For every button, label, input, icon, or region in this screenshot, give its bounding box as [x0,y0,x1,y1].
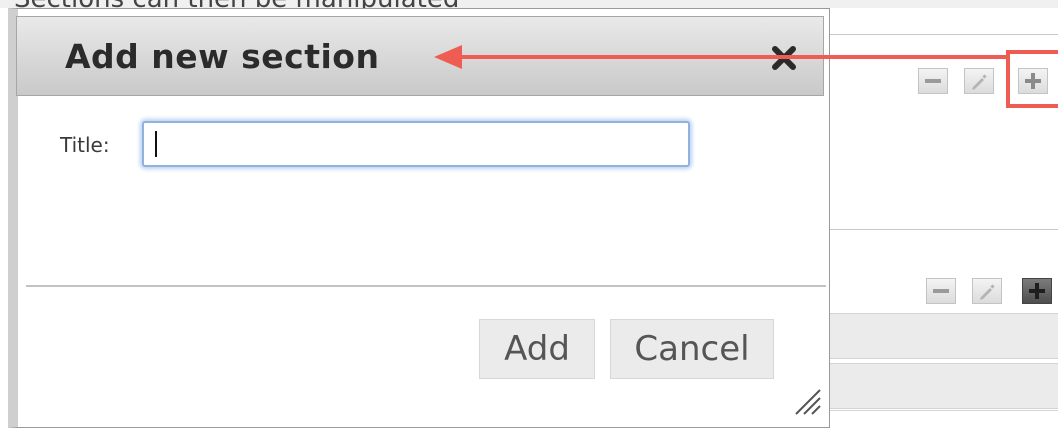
close-icon [772,46,796,70]
plus-icon [1029,283,1045,299]
minus-icon [925,79,941,83]
close-button[interactable] [769,43,799,73]
highlight-annotation-box [1006,50,1058,108]
remove-section-button[interactable] [918,68,948,94]
text-caret [155,131,157,157]
dialog-divider [26,285,826,287]
section-row[interactable] [830,313,1058,359]
edit-section-button[interactable] [972,278,1002,304]
section-row-divider [830,410,1058,411]
minus-icon [933,289,949,293]
add-section-button[interactable] [1022,278,1052,304]
remove-section-button[interactable] [926,278,956,304]
pencil-icon [972,74,987,90]
dialog-header[interactable]: Add new section [16,16,824,96]
pencil-icon [980,284,995,300]
section-row[interactable] [830,363,1058,409]
title-label: Title: [60,133,110,157]
dialog-title: Add new section [65,37,380,76]
resize-grip-icon[interactable] [790,384,822,416]
edit-section-button[interactable] [964,68,994,94]
title-input[interactable] [142,121,690,167]
cancel-button[interactable]: Cancel [610,319,774,379]
add-button[interactable]: Add [479,319,595,379]
